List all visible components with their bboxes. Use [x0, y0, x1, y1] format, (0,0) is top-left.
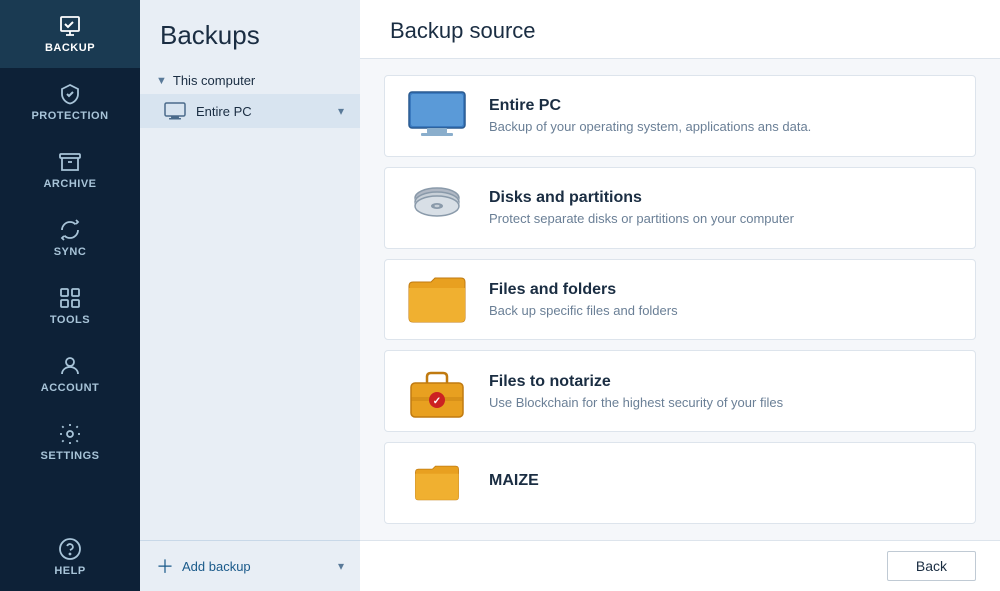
sidebar-label-sync: SYNC: [54, 246, 87, 258]
sidebar-label-settings: SETTINGS: [40, 450, 99, 462]
section-arrow-icon: ▼: [156, 75, 167, 87]
files-notarize-card[interactable]: ✓ Files to notarize Use Blockchain for t…: [384, 350, 976, 432]
notarize-icon: ✓: [407, 363, 467, 419]
disks-card-title: Disks and partitions: [489, 189, 794, 207]
folder-icon: [407, 274, 467, 326]
cards-container: Entire PC Backup of your operating syste…: [360, 59, 1000, 540]
sidebar-label-help: HELP: [54, 565, 85, 577]
sidebar-label-account: ACCOUNT: [41, 382, 100, 394]
entire-pc-card-desc: Backup of your operating system, applica…: [489, 119, 811, 134]
panel-title: Backups: [140, 0, 360, 67]
files-folders-card-text: Files and folders Back up specific files…: [489, 281, 678, 318]
entire-pc-card-text: Entire PC Backup of your operating syste…: [489, 97, 811, 134]
add-backup-chevron-icon: ▾: [338, 559, 344, 573]
notarize-card-title: Files to notarize: [489, 373, 783, 391]
maize-card-title: MAIZE: [489, 472, 539, 490]
maize-card-text: MAIZE: [489, 472, 539, 494]
sidebar-label-protection: PROTECTION: [31, 110, 108, 122]
sidebar-item-settings[interactable]: SETTINGS: [0, 408, 140, 476]
files-folders-card-icon: [405, 268, 469, 332]
source-panel: Backups ▼ This computer Entire PC ▾ ＋ Ad…: [140, 0, 360, 591]
main-content: Backup source Entire PC Backup of your o…: [360, 0, 1000, 591]
sidebar-item-archive[interactable]: ARCHIVE: [0, 136, 140, 204]
files-folders-card[interactable]: Files and folders Back up specific files…: [384, 259, 976, 341]
notarize-card-text: Files to notarize Use Blockchain for the…: [489, 373, 783, 410]
this-computer-label: This computer: [173, 73, 255, 88]
sidebar-label-tools: TOOLS: [50, 314, 90, 326]
entire-pc-card[interactable]: Entire PC Backup of your operating syste…: [384, 75, 976, 157]
svg-text:✓: ✓: [433, 396, 441, 407]
entire-pc-card-icon: [405, 84, 469, 148]
disks-partitions-card[interactable]: Disks and partitions Protect separate di…: [384, 167, 976, 249]
sidebar-item-backup[interactable]: BACKUP: [0, 0, 140, 68]
back-button[interactable]: Back: [887, 551, 976, 581]
sidebar-item-tools[interactable]: TOOLS: [0, 272, 140, 340]
backup-source-header: Backup source: [360, 0, 1000, 59]
add-backup-footer[interactable]: ＋ Add backup ▾: [140, 540, 360, 591]
notarize-card-desc: Use Blockchain for the highest security …: [489, 395, 783, 410]
this-computer-section: ▼ This computer: [140, 67, 360, 94]
entire-pc-card-title: Entire PC: [489, 97, 811, 115]
disks-card-text: Disks and partitions Protect separate di…: [489, 189, 794, 226]
maize-card[interactable]: MAIZE: [384, 442, 976, 524]
disks-card-icon: [405, 176, 469, 240]
maize-card-icon: [405, 451, 469, 515]
sidebar-label-archive: ARCHIVE: [43, 178, 96, 190]
monitor-large-icon: [407, 90, 467, 142]
files-folders-card-desc: Back up specific files and folders: [489, 303, 678, 318]
disk-icon: [409, 180, 465, 236]
maize-folder-icon: [409, 463, 465, 503]
footer-bar: Back: [360, 540, 1000, 591]
disks-card-desc: Protect separate disks or partitions on …: [489, 211, 794, 226]
entire-pc-source-item[interactable]: Entire PC ▾: [140, 94, 360, 128]
monitor-icon: [164, 102, 186, 120]
sidebar-item-protection[interactable]: PROTECTION: [0, 68, 140, 136]
add-icon: ＋: [156, 553, 174, 579]
entire-pc-label: Entire PC: [196, 104, 328, 119]
sidebar-item-sync[interactable]: SYNC: [0, 204, 140, 272]
sidebar-item-help[interactable]: HELP: [0, 523, 140, 591]
sidebar-item-account[interactable]: ACCOUNT: [0, 340, 140, 408]
entire-pc-chevron-icon: ▾: [338, 104, 344, 118]
sidebar: BACKUP PROTECTION ARCHIVE SYNC TOOLS: [0, 0, 140, 591]
add-backup-label: Add backup: [182, 559, 251, 574]
notarize-card-icon: ✓: [405, 359, 469, 423]
sidebar-label-backup: BACKUP: [45, 42, 95, 54]
files-folders-card-title: Files and folders: [489, 281, 678, 299]
